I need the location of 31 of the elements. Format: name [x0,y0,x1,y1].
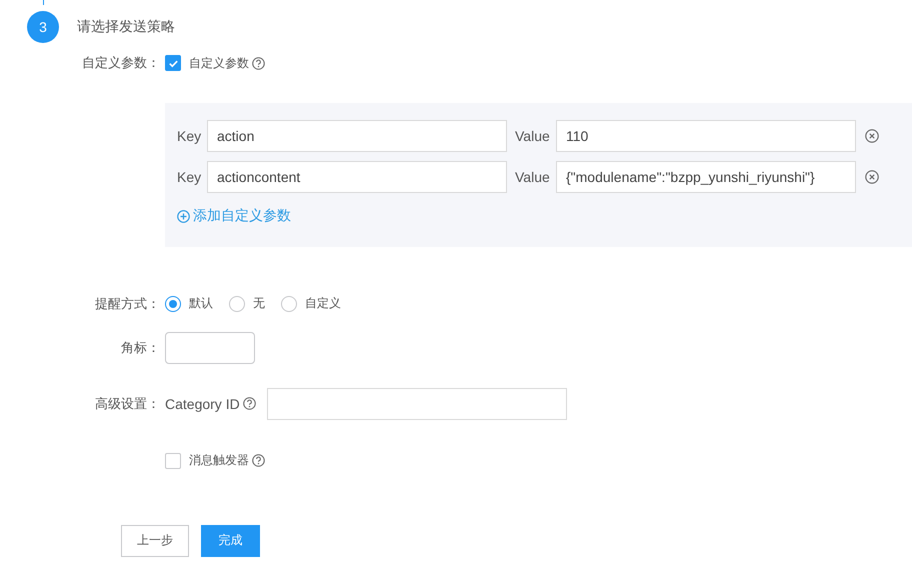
field-label: 高级设置： [94,394,160,412]
key-label: Key [177,128,202,144]
radio-option[interactable]: 默认 [165,295,213,312]
radio-option[interactable]: 无 [229,295,265,312]
value-label: Value [515,169,551,185]
key-field[interactable]: actioncontent [207,161,507,193]
checkbox[interactable] [165,55,181,71]
radio-option[interactable]: 自定义 [281,295,341,312]
plus-circle-icon [177,210,190,222]
value-label: Value [515,128,551,144]
remove-icon[interactable] [865,170,879,184]
field-label: 自定义参数： [81,54,160,72]
checkbox-label: 消息触发器 [189,452,249,469]
remove-icon[interactable] [865,129,879,143]
help-icon [242,397,256,410]
field-label: 提醒方式： [94,294,160,312]
checkbox-label: 自定义参数 [189,54,249,72]
checkbox[interactable] [165,452,181,468]
field-label: 角标： [120,338,160,356]
value-field[interactable]: 110 [556,120,856,152]
key-label: Key [177,169,202,185]
step-number: 3 [27,11,59,43]
category-label: Category ID [165,396,240,412]
step-title: 请选择发送策略 [77,18,175,36]
key-field[interactable]: action [207,120,507,152]
category-id-field[interactable] [266,388,567,420]
value-field[interactable]: {"modulename":"bzpp_yunshi_riyunshi"} [556,161,856,193]
back-button[interactable]: 上一步 [121,524,189,556]
help-icon [252,56,265,70]
badge-field[interactable] [165,332,255,364]
help-icon [252,454,265,467]
